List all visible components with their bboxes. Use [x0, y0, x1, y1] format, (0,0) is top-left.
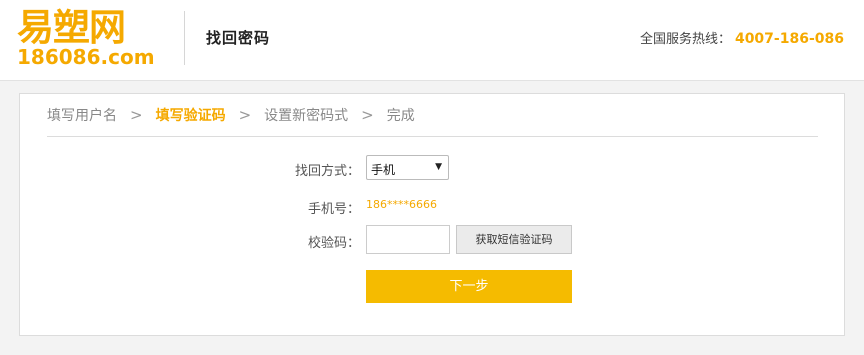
hotline-number: 4007-186-086 — [734, 31, 844, 47]
verification-code-label: 校验码： — [307, 236, 360, 251]
recovery-method-value: 手机 — [371, 163, 396, 177]
logo-domain-text: 186086.com — [17, 45, 155, 69]
step-separator-icon: > — [361, 106, 374, 124]
recovery-method-label: 找回方式： — [294, 164, 360, 179]
dropdown-arrow-icon: ▼ — [435, 162, 442, 172]
logo-chinese-text: 易塑网 — [17, 6, 126, 49]
site-logo[interactable]: 易塑网 186086.com — [17, 8, 162, 68]
page-title: 找回密码 — [206, 29, 271, 47]
header-divider — [184, 11, 185, 65]
step-set-password: 设置新密码式 — [264, 108, 349, 124]
step-separator-icon: > — [130, 106, 143, 124]
progress-steps: 填写用户名 > 填写验证码 > 设置新密码式 > 完成 — [47, 94, 818, 137]
service-hotline: 全国服务热线： 4007-186-086 — [640, 28, 844, 47]
step-fill-code: 填写验证码 — [155, 108, 226, 124]
step-fill-username: 填写用户名 — [47, 108, 117, 124]
hotline-label: 全国服务热线： — [639, 32, 731, 47]
site-header: 易塑网 186086.com 找回密码 全国服务热线： 4007-186-086 — [0, 0, 864, 81]
recovery-card: 填写用户名 > 填写验证码 > 设置新密码式 > 完成 找回方式： 手机 ▼ 手… — [19, 93, 845, 336]
phone-number: 186****6666 — [366, 198, 437, 211]
recovery-method-select[interactable]: 手机 ▼ — [366, 155, 449, 180]
phone-label: 手机号： — [307, 202, 360, 217]
verification-code-input[interactable] — [366, 225, 450, 254]
step-separator-icon: > — [238, 106, 252, 124]
get-sms-code-button[interactable]: 获取短信验证码 — [456, 225, 572, 254]
next-step-button[interactable]: 下一步 — [366, 270, 572, 303]
step-complete: 完成 — [386, 108, 415, 124]
